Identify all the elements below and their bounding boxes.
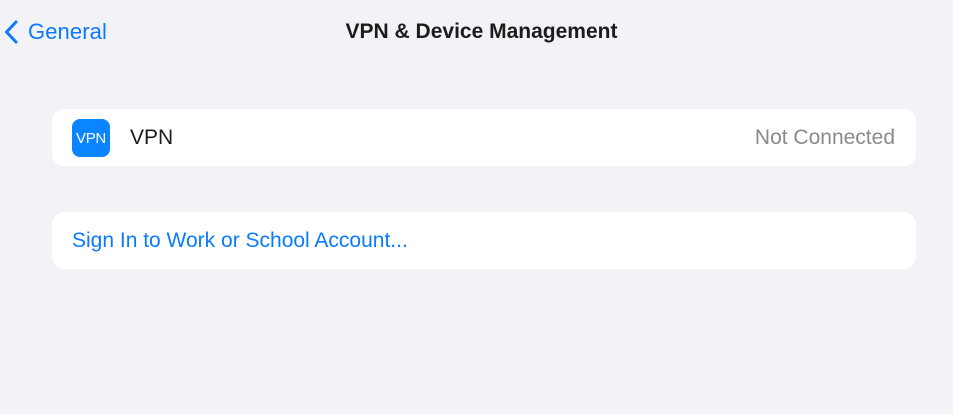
vpn-label: VPN [130,126,174,149]
sign-in-work-school-button[interactable]: Sign In to Work or School Account... [52,212,916,269]
vpn-status: Not Connected [754,126,895,149]
account-group: Sign In to Work or School Account... [52,212,916,269]
page-title: VPN & Device Management [345,20,618,43]
sign-in-label: Sign In to Work or School Account... [72,229,408,252]
vpn-icon-text: VPN [76,129,106,147]
vpn-row[interactable]: VPN VPN Not Connected [52,109,916,166]
vpn-icon: VPN [72,119,110,157]
vpn-group: VPN VPN Not Connected [52,109,916,166]
navigation-bar: General VPN & Device Management [0,0,953,64]
settings-page: General VPN & Device Management VPN VPN … [0,0,953,414]
